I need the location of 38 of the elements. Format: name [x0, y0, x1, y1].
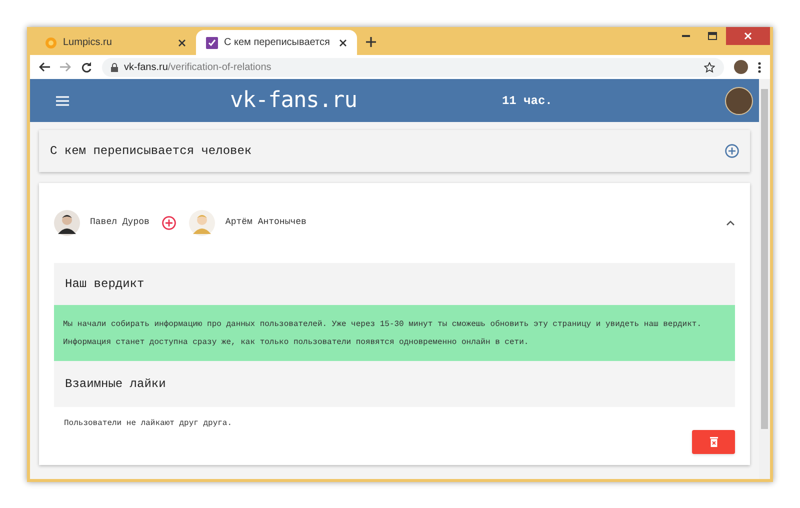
trash-icon — [710, 437, 718, 447]
card-title: С кем переписывается человек — [50, 143, 253, 160]
browser-tab[interactable]: Lumpics.ru — [35, 30, 196, 55]
site-logo[interactable]: vk-fans.ru — [230, 84, 357, 117]
delete-button[interactable] — [692, 430, 735, 454]
info-text: Мы начали собирать информацию про данных пользователей. Уже через 15-30 минут ты сможешь обновить эту страницу и увидеть наш вердикт. — [63, 318, 702, 330]
tab-title: Lumpics.ru — [63, 36, 113, 50]
info-text: Информация станет доступна сразу же, как только пользователи появятся одновременно онлайн в сети. — [63, 336, 529, 348]
likes-text: Пользователи не лайкают друг друга. — [64, 418, 232, 430]
avatar — [189, 210, 216, 236]
address-bar[interactable]: vk-fans.ru/verification-of-relations — [102, 58, 724, 76]
section-title: Взаимные лайки — [65, 376, 166, 393]
url-text: vk-fans.ru/verification-of-relations — [124, 60, 272, 74]
chevron-up-icon[interactable] — [726, 220, 735, 226]
tab-title: С кем переписывается — [224, 36, 331, 50]
close-icon[interactable] — [178, 38, 186, 46]
browser-tab[interactable]: С кем переписывается — [196, 30, 357, 55]
plus-circle-icon — [162, 216, 176, 230]
back-arrow-icon[interactable] — [39, 62, 50, 72]
new-tab-icon[interactable] — [366, 37, 376, 47]
profile-avatar[interactable] — [734, 60, 748, 74]
close-icon[interactable] — [339, 38, 347, 46]
profile-avatar[interactable] — [725, 86, 753, 114]
menu-icon[interactable] — [56, 96, 69, 106]
section-title: Наш вердикт — [65, 276, 144, 293]
star-icon[interactable] — [704, 62, 715, 72]
close-button[interactable] — [726, 27, 770, 45]
user-name: Артём Антонычев — [225, 216, 306, 230]
checkbox-icon — [206, 36, 218, 48]
more-icon[interactable] — [758, 62, 761, 72]
sun-icon — [45, 36, 57, 48]
time-label: 11 час. — [502, 92, 552, 110]
avatar — [54, 210, 80, 236]
user-name: Павел Дуров — [90, 216, 150, 230]
lock-icon — [111, 62, 118, 72]
reload-icon[interactable] — [81, 62, 92, 72]
add-circle-icon[interactable] — [725, 144, 739, 158]
close-icon — [744, 32, 752, 40]
